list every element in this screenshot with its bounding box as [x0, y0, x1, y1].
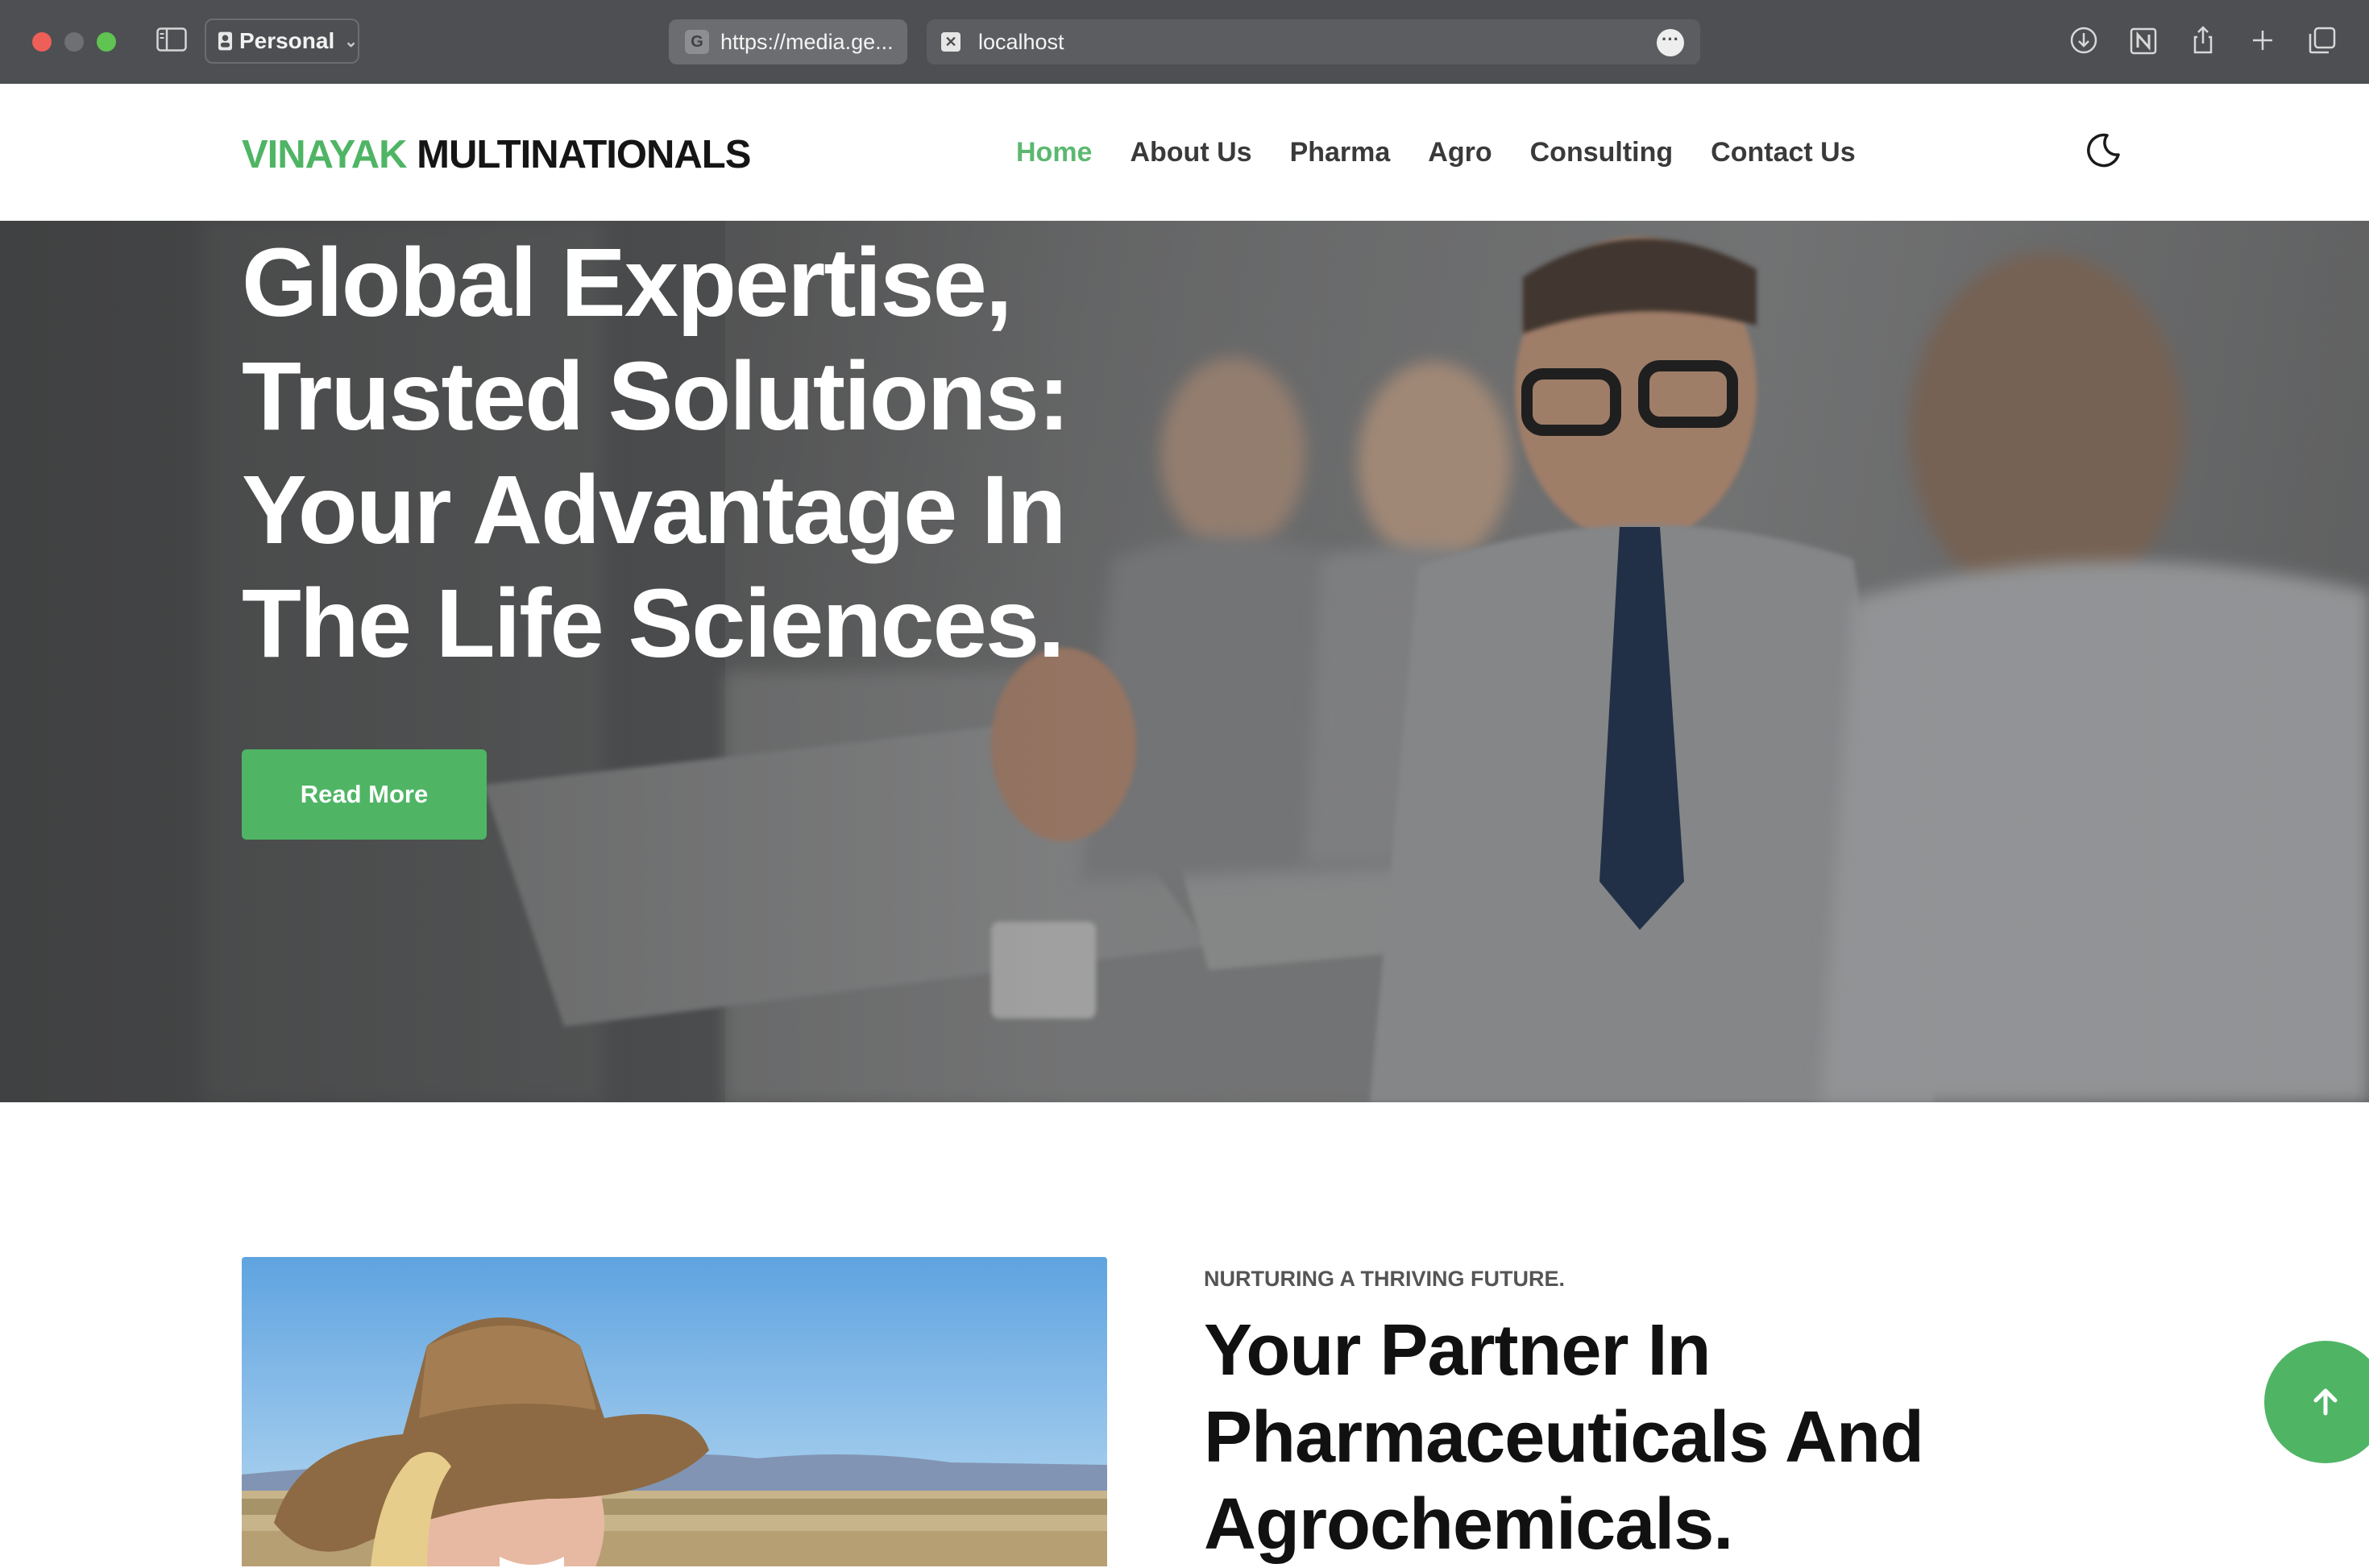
profile-switcher[interactable]: Personal ⌄	[205, 19, 359, 64]
read-more-button[interactable]: Read More	[242, 749, 487, 840]
tab-favicon: G	[685, 30, 709, 54]
sidebar-icon[interactable]	[156, 27, 187, 52]
site-logo[interactable]: VINAYAK MULTINATIONALS	[242, 132, 751, 177]
section-title-line: Your Partner In	[1204, 1310, 1711, 1391]
new-tab-icon[interactable]	[2247, 24, 2279, 56]
notion-icon[interactable]	[2127, 24, 2159, 56]
farmer-photo	[242, 1257, 1107, 1566]
section-eyebrow: NURTURING A THRIVING FUTURE.	[1204, 1267, 1565, 1291]
share-icon[interactable]	[2187, 24, 2219, 56]
profile-label: Personal	[239, 28, 335, 53]
nav-consulting[interactable]: Consulting	[1530, 137, 1674, 168]
browser-toolbar: Personal ⌄ G https://media.ge... ✕ local…	[0, 0, 2369, 84]
close-window-button[interactable]	[32, 32, 52, 52]
arrow-up-icon	[2313, 1388, 2338, 1416]
hero-section: Global Expertise, Trusted Solutions: You…	[0, 221, 2369, 1102]
tab-title: https://media.ge...	[720, 29, 894, 54]
hero-title-line: The Life Sciences.	[242, 568, 1065, 678]
section-title-line: Agrochemicals.	[1204, 1484, 1733, 1565]
hero-title-line: Trusted Solutions:	[242, 341, 1070, 450]
hero-title-line: Global Expertise,	[242, 227, 1013, 337]
logo-primary: VINAYAK	[242, 133, 408, 176]
download-icon[interactable]	[2068, 24, 2100, 56]
tab-title: localhost	[978, 29, 1064, 54]
main-nav: Home About Us Pharma Agro Consulting Con…	[1016, 137, 1894, 168]
tab-favicon-x: ✕	[941, 32, 960, 52]
browser-tab-localhost[interactable]: ✕ localhost ···	[927, 19, 1700, 64]
nav-home[interactable]: Home	[1016, 137, 1092, 168]
profile-icon	[218, 31, 233, 51]
chevron-down-icon: ⌄	[344, 32, 358, 51]
site-header: VINAYAK MULTINATIONALS Home About Us Pha…	[0, 84, 2369, 221]
moon-icon[interactable]	[2083, 131, 2123, 171]
tab-overview-icon[interactable]	[2306, 24, 2338, 56]
hero-title: Global Expertise, Trusted Solutions: You…	[242, 226, 1128, 680]
browser-tab-media[interactable]: G https://media.ge...	[669, 19, 907, 64]
nav-about-us[interactable]: About Us	[1130, 137, 1251, 168]
nav-pharma[interactable]: Pharma	[1290, 137, 1391, 168]
nav-agro[interactable]: Agro	[1428, 137, 1492, 168]
section-title-line: Pharmaceuticals And	[1204, 1397, 1924, 1478]
scroll-to-top-button[interactable]	[2264, 1341, 2369, 1463]
section-title: Your Partner In Pharmaceuticals And Agro…	[1204, 1307, 2251, 1568]
hero-title-line: Your Advantage In	[242, 454, 1067, 564]
logo-secondary: MULTINATIONALS	[417, 133, 751, 176]
more-options-icon[interactable]: ···	[1657, 29, 1684, 56]
nav-contact-us[interactable]: Contact Us	[1711, 137, 1855, 168]
zoom-window-button[interactable]	[97, 32, 116, 52]
minimize-window-button[interactable]	[64, 32, 84, 52]
